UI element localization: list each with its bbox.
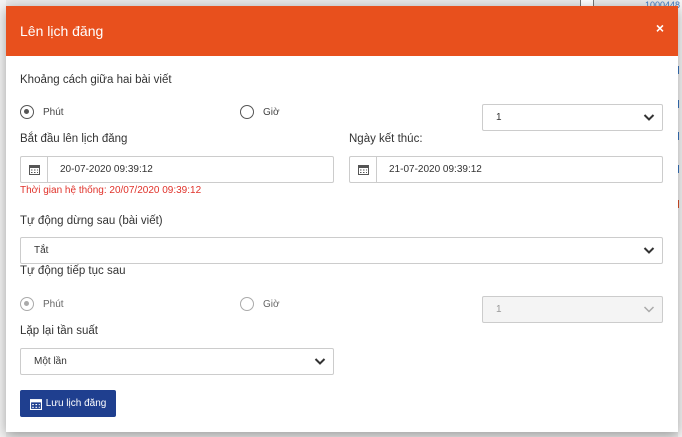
calendar-icon bbox=[29, 398, 42, 410]
auto-stop-label: Tự động dừng sau (bài viết) bbox=[20, 215, 163, 227]
interval-select[interactable]: 1 bbox=[482, 104, 663, 131]
modal-title: Lên lịch đăng bbox=[20, 23, 104, 39]
select-value: Tắt bbox=[34, 245, 49, 256]
chevron-down-icon bbox=[643, 114, 655, 121]
radio-circle[interactable] bbox=[240, 105, 254, 119]
schedule-modal: Lên lịch đăng × Khoảng cách giữa hai bài… bbox=[6, 6, 678, 432]
save-schedule-button[interactable]: Lưu lịch đăng bbox=[20, 390, 116, 417]
radio-circle[interactable] bbox=[20, 105, 34, 119]
end-date-input[interactable]: 21-07-2020 09:39:12 bbox=[349, 156, 663, 183]
calendar-icon[interactable] bbox=[350, 157, 377, 182]
select-value: 1 bbox=[496, 112, 502, 123]
continue-radio-minute[interactable]: Phút bbox=[20, 297, 64, 311]
repeat-select[interactable]: Một lần bbox=[20, 348, 334, 375]
start-label: Bắt đầu lên lịch đăng bbox=[20, 133, 128, 145]
interval-radio-minute[interactable]: Phút bbox=[20, 105, 64, 119]
radio-circle[interactable] bbox=[20, 297, 34, 311]
modal-header: Lên lịch đăng × bbox=[6, 6, 678, 56]
interval-radio-hour[interactable]: Giờ bbox=[240, 105, 280, 119]
select-value: 1 bbox=[496, 304, 502, 315]
auto-stop-select[interactable]: Tắt bbox=[20, 237, 663, 264]
calendar-icon[interactable] bbox=[21, 157, 48, 182]
radio-label: Phút bbox=[43, 298, 64, 310]
chevron-down-icon bbox=[314, 358, 326, 365]
continue-select[interactable]: 1 bbox=[482, 296, 663, 323]
start-date-input[interactable]: 20-07-2020 09:39:12 bbox=[20, 156, 334, 183]
radio-label: Giờ bbox=[263, 106, 280, 118]
continue-radio-hour[interactable]: Giờ bbox=[240, 297, 280, 311]
radio-label: Phút bbox=[43, 106, 64, 118]
interval-label: Khoảng cách giữa hai bài viết bbox=[20, 74, 172, 86]
close-icon[interactable]: × bbox=[656, 20, 664, 36]
end-label: Ngày kết thúc: bbox=[349, 133, 423, 145]
repeat-label: Lặp lại tần suất bbox=[20, 325, 99, 337]
auto-continue-label: Tự động tiếp tục sau bbox=[20, 265, 126, 277]
start-date-value: 20-07-2020 09:39:12 bbox=[60, 164, 153, 175]
radio-circle[interactable] bbox=[240, 297, 254, 311]
select-value: Một lần bbox=[34, 356, 67, 367]
end-date-value: 21-07-2020 09:39:12 bbox=[389, 164, 482, 175]
chevron-down-icon bbox=[643, 247, 655, 254]
chevron-down-icon bbox=[643, 306, 655, 313]
save-button-label: Lưu lịch đăng bbox=[45, 398, 107, 409]
system-time-text: Thời gian hệ thống: 20/07/2020 09:39:12 bbox=[20, 185, 202, 196]
radio-label: Giờ bbox=[263, 298, 280, 310]
